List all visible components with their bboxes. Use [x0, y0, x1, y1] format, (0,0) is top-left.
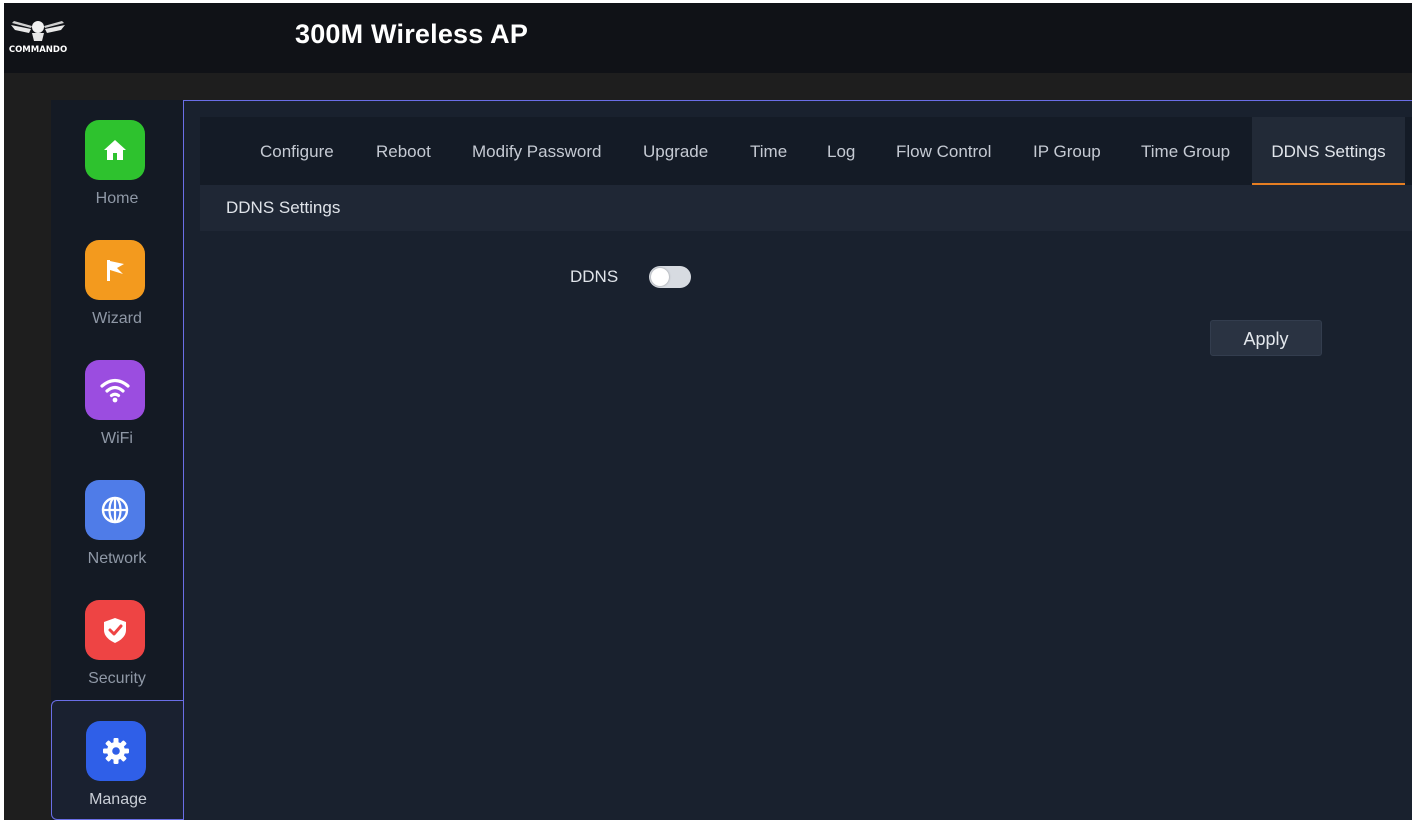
commando-logo: COMMANDO [9, 21, 67, 55]
sidebar-item-network[interactable]: Network [51, 460, 183, 580]
sidebar: Home Wizard WiFi Network Security Manage [51, 100, 183, 820]
sidebar-item-label: Wizard [92, 310, 142, 327]
top-bar: COMMANDO 300M Wireless AP [4, 3, 1412, 73]
sidebar-item-label: Manage [89, 791, 147, 808]
sidebar-item-home[interactable]: Home [51, 100, 183, 220]
tab-ddns-settings[interactable]: DDNS Settings [1252, 117, 1405, 185]
globe-icon [85, 480, 145, 540]
sidebar-item-manage[interactable]: Manage [51, 700, 183, 820]
shield-icon [85, 600, 145, 660]
ddns-toggle[interactable] [649, 266, 691, 288]
tab-modify-password[interactable]: Modify Password [472, 117, 601, 185]
content-panel: Configure Reboot Modify Password Upgrade… [183, 100, 1412, 820]
toggle-knob [651, 268, 669, 286]
tab-time[interactable]: Time [750, 117, 787, 185]
tab-configure[interactable]: Configure [260, 117, 334, 185]
app-window: COMMANDO 300M Wireless AP Home Wizard Wi… [4, 3, 1412, 820]
sidebar-item-security[interactable]: Security [51, 580, 183, 700]
sidebar-item-label: Security [88, 670, 146, 687]
gear-icon [86, 721, 146, 781]
sidebar-item-wifi[interactable]: WiFi [51, 340, 183, 460]
sidebar-item-wizard[interactable]: Wizard [51, 220, 183, 340]
flag-icon [85, 240, 145, 300]
wifi-icon [85, 360, 145, 420]
tab-flow-control[interactable]: Flow Control [896, 117, 991, 185]
tab-upgrade[interactable]: Upgrade [643, 117, 708, 185]
section-header: DDNS Settings [200, 185, 1412, 231]
tab-time-group[interactable]: Time Group [1141, 117, 1230, 185]
app-title: 300M Wireless AP [295, 19, 529, 49]
tab-ip-group[interactable]: IP Group [1033, 117, 1101, 185]
home-icon [85, 120, 145, 180]
sidebar-item-label: Network [87, 550, 147, 567]
sidebar-item-label: WiFi [101, 430, 133, 447]
tab-bar: Configure Reboot Modify Password Upgrade… [200, 117, 1412, 185]
apply-button[interactable]: Apply [1210, 320, 1322, 356]
tab-reboot[interactable]: Reboot [376, 117, 431, 185]
section-title: DDNS Settings [226, 198, 341, 217]
svg-text:COMMANDO: COMMANDO [9, 45, 67, 55]
tab-log[interactable]: Log [827, 117, 855, 185]
sidebar-item-label: Home [95, 190, 139, 207]
ddns-label: DDNS [570, 267, 619, 286]
